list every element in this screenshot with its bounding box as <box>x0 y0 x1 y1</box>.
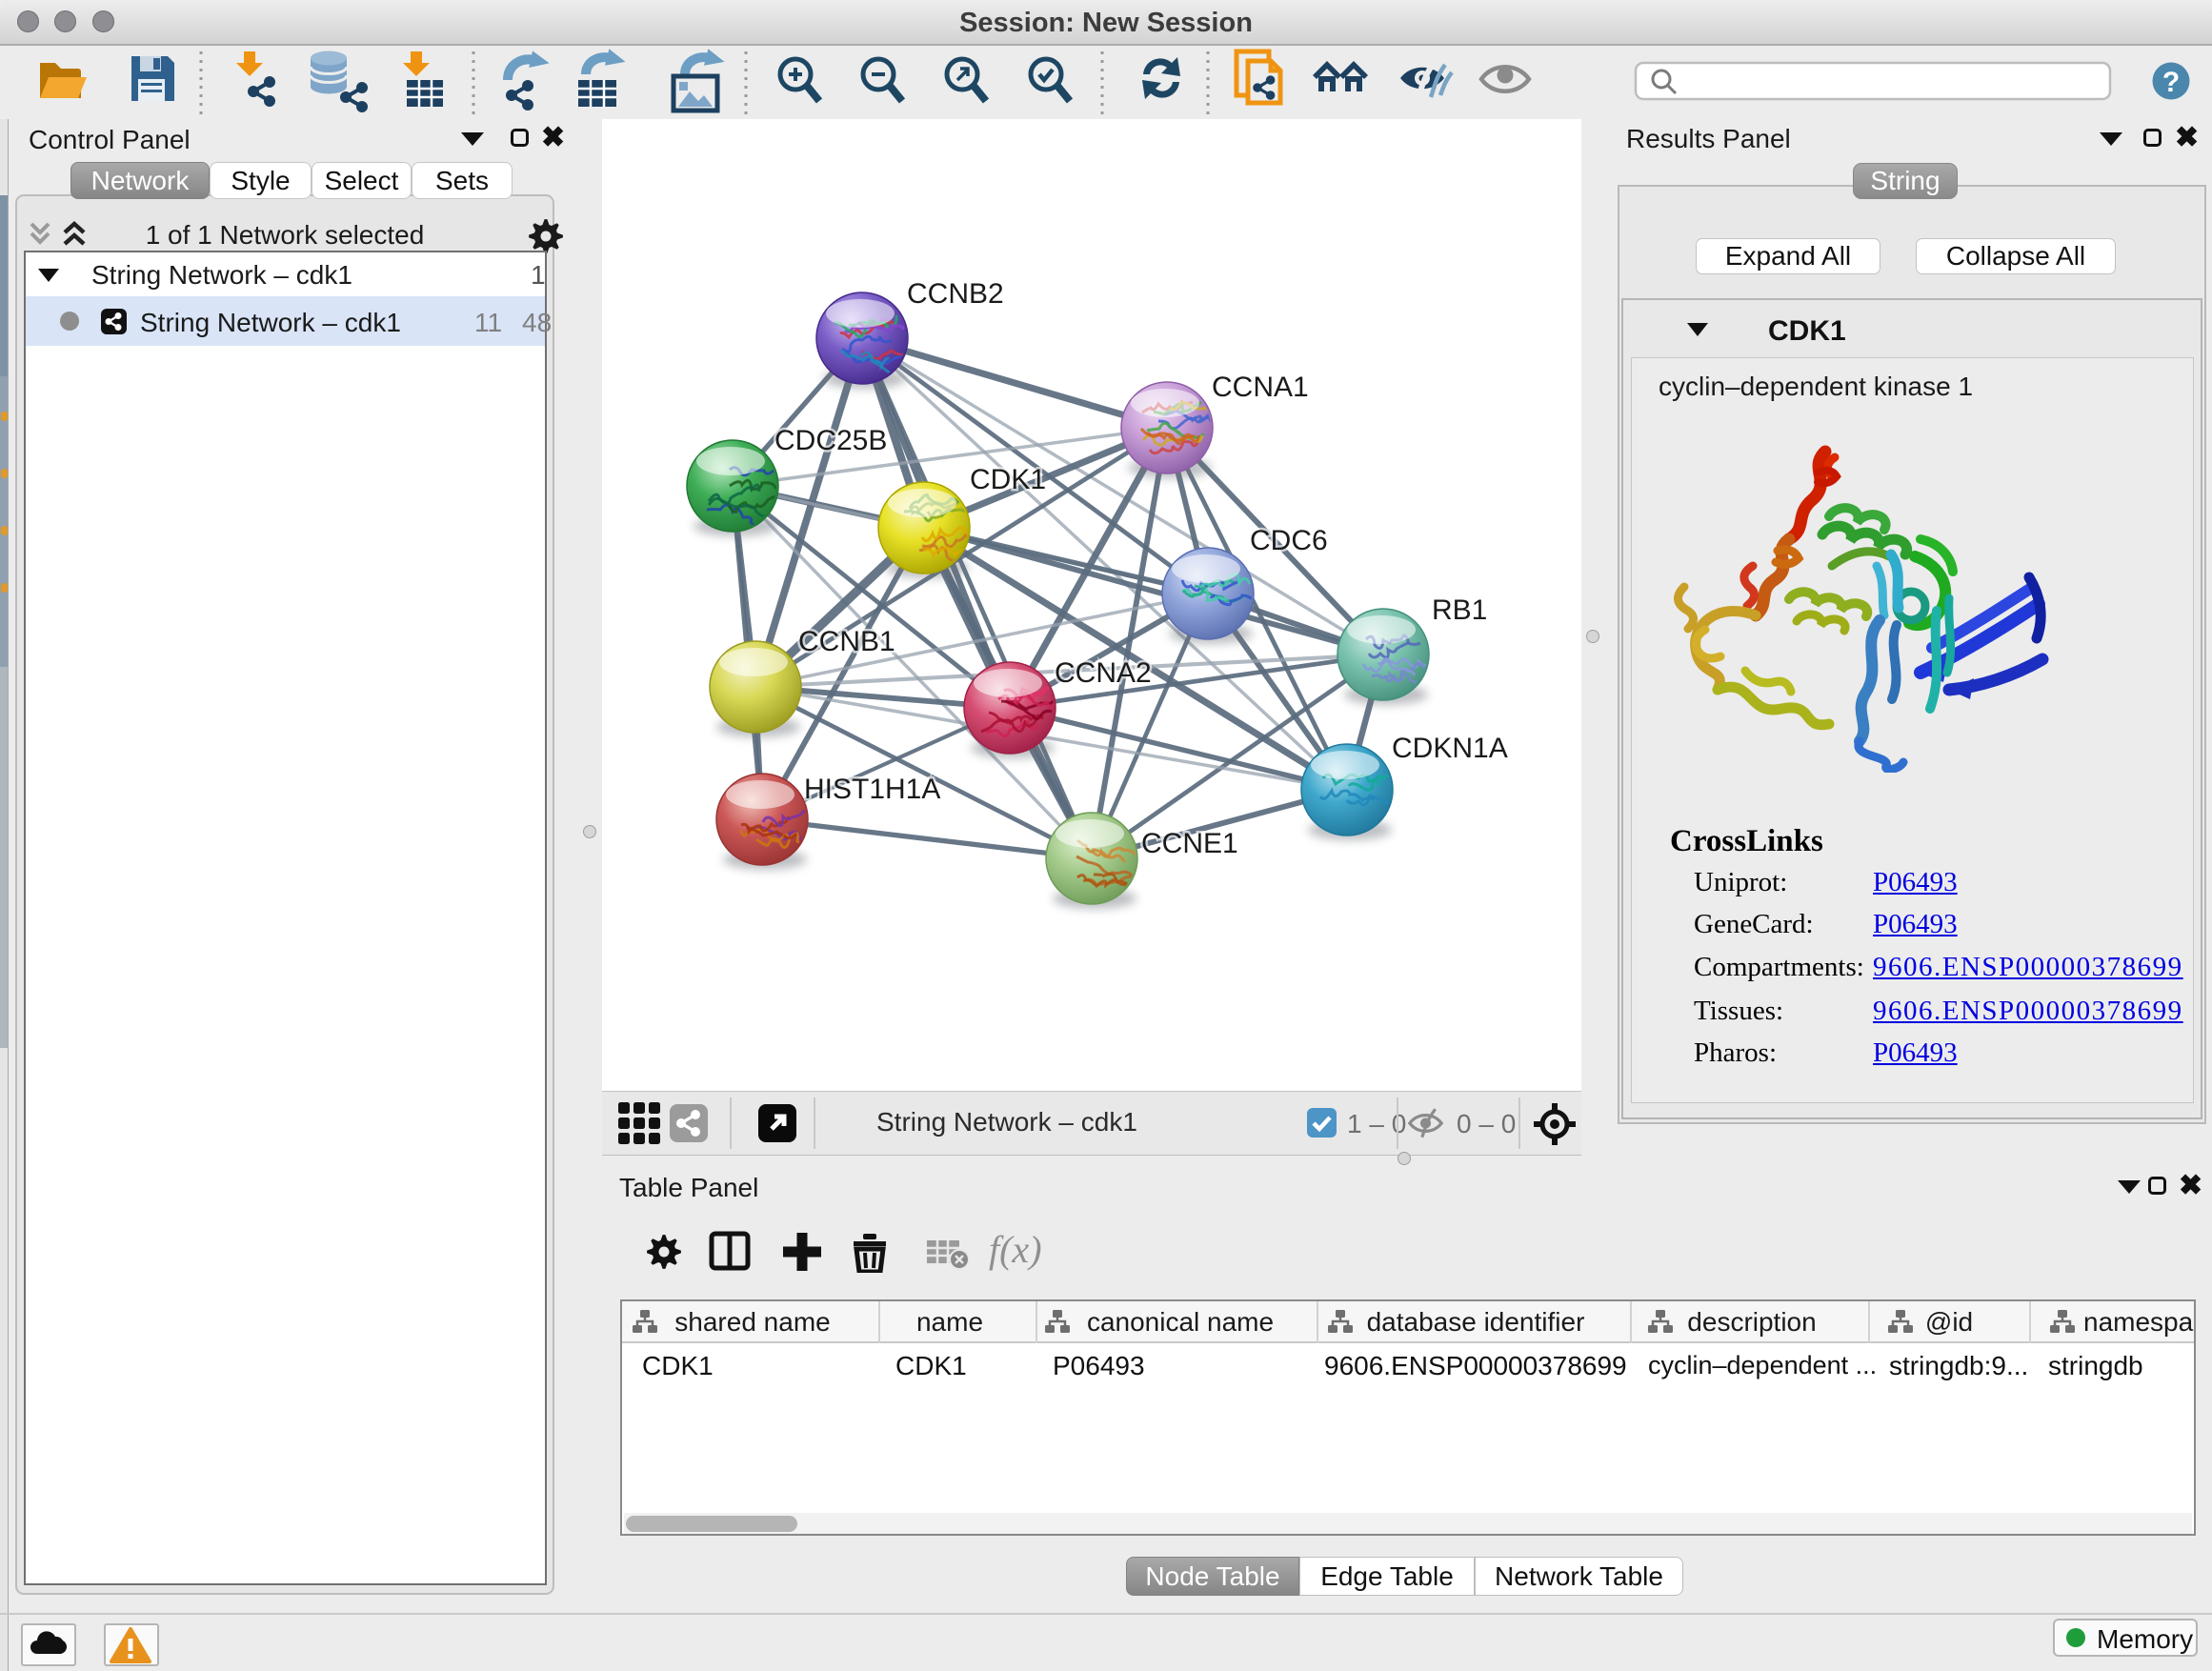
svg-text:namespace: namespace <box>2083 1307 2194 1337</box>
svg-text:name: name <box>916 1307 983 1337</box>
svg-text:?: ? <box>2162 67 2180 98</box>
svg-text:canonical name: canonical name <box>1087 1307 1274 1337</box>
svg-text:description: description <box>1687 1307 1816 1337</box>
svg-text:database identifier: database identifier <box>1367 1307 1585 1337</box>
svg-text:CCNB1: CCNB1 <box>798 626 895 657</box>
svg-text:RB1: RB1 <box>1432 594 1487 626</box>
svg-text:CDK1: CDK1 <box>970 464 1046 495</box>
svg-text:CDKN1A: CDKN1A <box>1392 733 1508 764</box>
svg-text:CDC25B: CDC25B <box>774 425 887 456</box>
svg-text:HIST1H1A: HIST1H1A <box>804 774 940 805</box>
svg-text:CCNE1: CCNE1 <box>1141 828 1238 859</box>
svg-text:CCNA1: CCNA1 <box>1212 372 1309 403</box>
svg-text:CDC6: CDC6 <box>1250 525 1328 556</box>
svg-text:CCNB2: CCNB2 <box>907 278 1004 310</box>
svg-text:shared name: shared name <box>674 1307 830 1337</box>
svg-text:CCNA2: CCNA2 <box>1055 657 1152 689</box>
svg-text:f(x): f(x) <box>989 1231 1042 1271</box>
svg-text:@id: @id <box>1925 1307 1973 1337</box>
